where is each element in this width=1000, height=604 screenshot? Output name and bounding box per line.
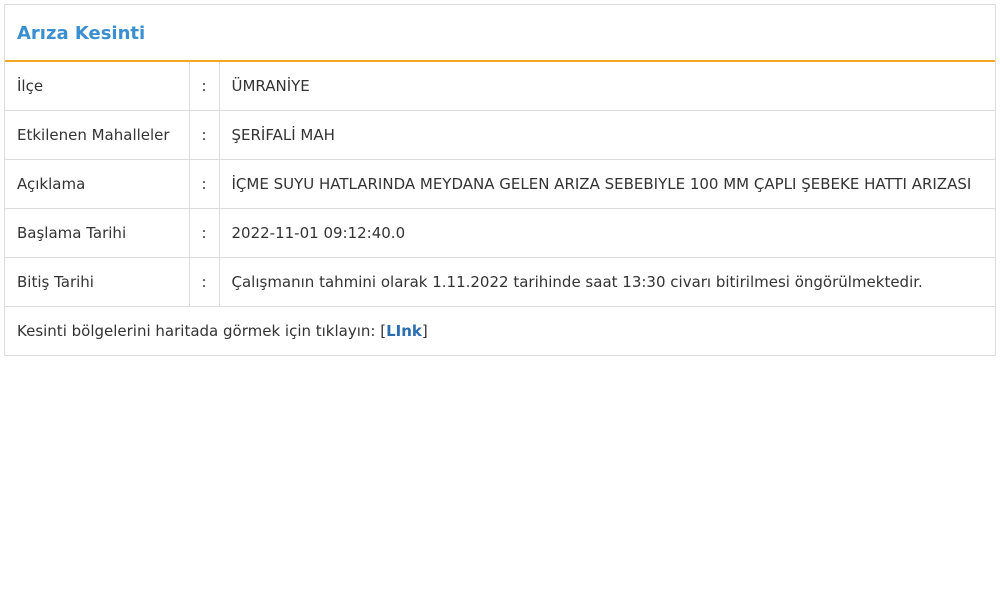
row-label: Bitiş Tarihi [5,257,190,307]
panel-header: Arıza Kesinti [5,5,995,62]
outage-info-table: İlçe : ÜMRANİYE Etkilenen Mahalleler : Ş… [5,62,995,307]
row-separator: : [189,62,220,111]
map-link-footer: Kesinti bölgelerini haritada görmek için… [5,307,995,355]
row-value: ŞERİFALİ MAH [219,110,995,160]
row-value: ÜMRANİYE [219,62,995,111]
row-separator: : [189,208,220,258]
table-row-description: Açıklama : İÇME SUYU HATLARINDA MEYDANA … [5,159,995,209]
table-row-end-date: Bitiş Tarihi : Çalışmanın tahmini olarak… [5,257,995,307]
row-value: İÇME SUYU HATLARINDA MEYDANA GELEN ARIZA… [219,159,995,209]
row-separator: : [189,110,220,160]
row-label: Başlama Tarihi [5,208,190,258]
table-row-district: İlçe : ÜMRANİYE [5,62,995,111]
table-row-start-date: Başlama Tarihi : 2022-11-01 09:12:40.0 [5,208,995,258]
footer-text: Kesinti bölgelerini haritada görmek için… [17,322,381,340]
panel-title: Arıza Kesinti [17,23,146,44]
link-bracket-close: ] [421,322,428,340]
row-separator: : [189,159,220,209]
map-link[interactable]: LInk [386,322,422,340]
table-row-neighborhoods: Etkilenen Mahalleler : ŞERİFALİ MAH [5,110,995,160]
row-label: Etkilenen Mahalleler [5,110,190,160]
row-value: Çalışmanın tahmini olarak 1.11.2022 tari… [219,257,995,307]
outage-panel: Arıza Kesinti İlçe : ÜMRANİYE Etkilenen … [4,4,996,356]
row-value: 2022-11-01 09:12:40.0 [219,208,995,258]
row-label: Açıklama [5,159,190,209]
row-label: İlçe [5,62,190,111]
row-separator: : [189,257,220,307]
